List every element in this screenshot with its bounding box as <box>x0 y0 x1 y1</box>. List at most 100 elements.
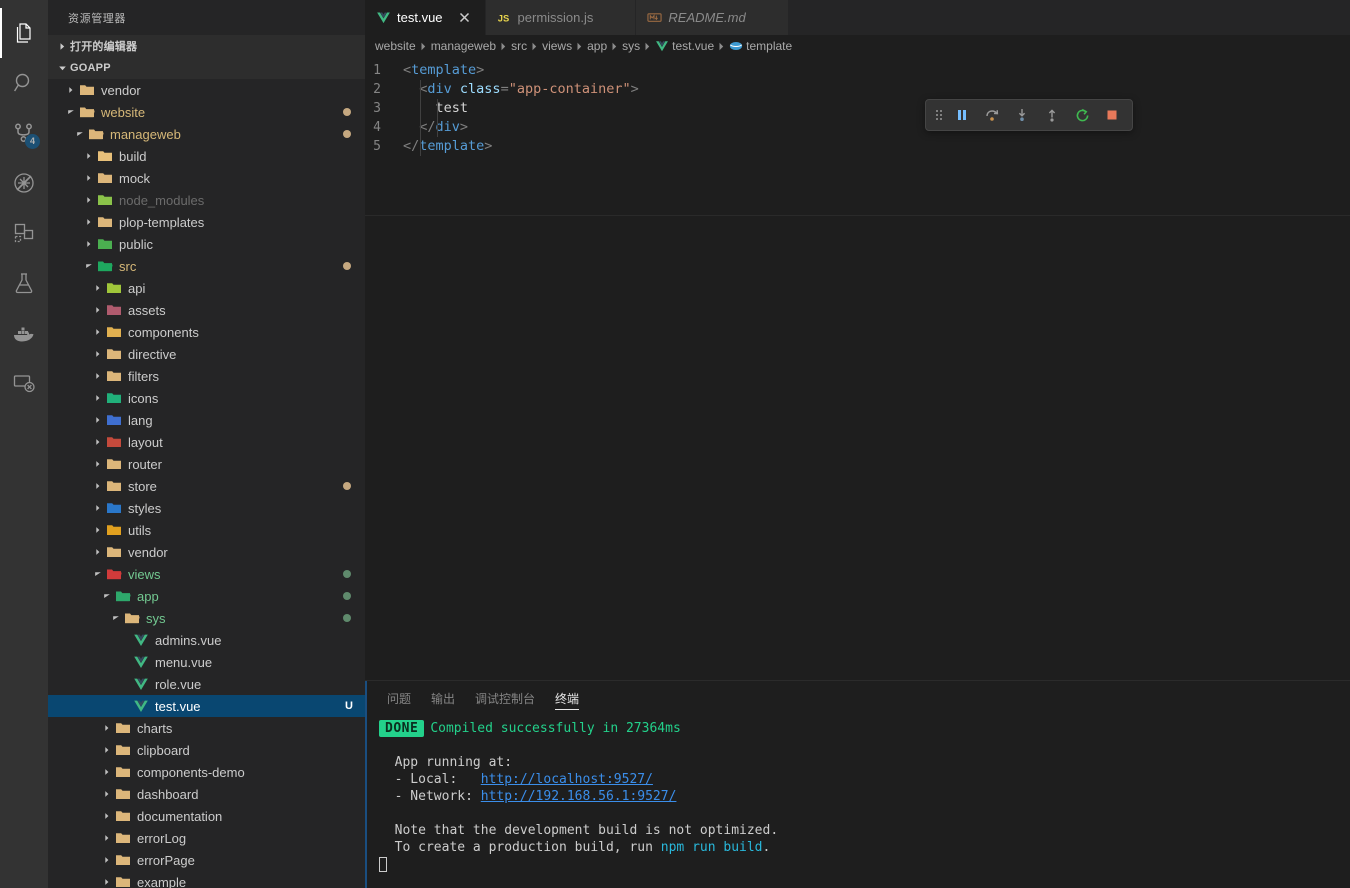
chevron-right-icon[interactable] <box>92 414 104 426</box>
chevron-right-icon[interactable] <box>65 84 77 96</box>
chevron-right-icon[interactable] <box>83 194 95 206</box>
tree-item-public[interactable]: public <box>48 233 365 255</box>
chevron-right-icon[interactable] <box>92 370 104 382</box>
chevron-down-icon[interactable] <box>74 128 86 140</box>
tree-item-directive[interactable]: directive <box>48 343 365 365</box>
tree-item-errorlog[interactable]: errorLog <box>48 827 365 849</box>
tree-item-test-vue[interactable]: test.vue U <box>48 695 365 717</box>
tree-item-styles[interactable]: styles <box>48 497 365 519</box>
breadcrumb-item-manageweb[interactable]: manageweb <box>431 39 496 53</box>
chevron-right-icon[interactable] <box>92 524 104 536</box>
chevron-down-icon[interactable] <box>92 568 104 580</box>
step-over-icon[interactable] <box>978 102 1006 128</box>
stop-icon[interactable] <box>1098 102 1126 128</box>
breadcrumb-item-sys[interactable]: sys <box>622 39 640 53</box>
chevron-right-icon[interactable] <box>101 876 113 888</box>
tree-item-charts[interactable]: charts <box>48 717 365 739</box>
editor-tab-test-vue[interactable]: test.vue <box>365 0 486 35</box>
activity-source-control[interactable]: 4 <box>0 108 48 158</box>
tree-item-dashboard[interactable]: dashboard <box>48 783 365 805</box>
tree-item-layout[interactable]: layout <box>48 431 365 453</box>
file-tree[interactable]: vendor website manageweb build mock node_modu… <box>48 79 365 888</box>
tree-item-website[interactable]: website <box>48 101 365 123</box>
chevron-right-icon[interactable] <box>92 304 104 316</box>
activity-search[interactable] <box>0 58 48 108</box>
tree-item-components[interactable]: components <box>48 321 365 343</box>
chevron-right-icon[interactable] <box>92 326 104 338</box>
tree-item-menu-vue[interactable]: menu.vue <box>48 651 365 673</box>
chevron-down-icon[interactable] <box>101 590 113 602</box>
chevron-right-icon[interactable] <box>92 348 104 360</box>
code-editor[interactable]: 1 <template> 2 <div class="app-container">… <box>365 57 1350 680</box>
activity-explorer[interactable] <box>0 8 48 58</box>
chevron-right-icon[interactable] <box>92 436 104 448</box>
activity-run-debug[interactable] <box>0 158 48 208</box>
chevron-right-icon[interactable] <box>92 546 104 558</box>
panel-tab-bar[interactable]: 问题 输出 调试控制台 终端 <box>365 681 1350 716</box>
editor-tab-readme-md[interactable]: README.md <box>636 0 789 35</box>
step-into-icon[interactable] <box>1008 102 1036 128</box>
chevron-right-icon[interactable] <box>101 744 113 756</box>
tree-item-lang[interactable]: lang <box>48 409 365 431</box>
activity-docker[interactable] <box>0 308 48 358</box>
tree-item-components-demo[interactable]: components-demo <box>48 761 365 783</box>
section-open-editors[interactable]: 打开的编辑器 <box>48 35 365 57</box>
chevron-right-icon[interactable] <box>83 150 95 162</box>
chevron-down-icon[interactable] <box>65 106 77 118</box>
activity-testing[interactable] <box>0 258 48 308</box>
breadcrumb-item-test-vue[interactable]: test.vue <box>655 39 714 53</box>
terminal-link[interactable]: http://localhost:9527/ <box>481 771 653 788</box>
tree-item-router[interactable]: router <box>48 453 365 475</box>
chevron-right-icon[interactable] <box>101 788 113 800</box>
tree-item-filters[interactable]: filters <box>48 365 365 387</box>
editor-tab-permission-js[interactable]: JS permission.js <box>485 0 637 35</box>
close-icon[interactable] <box>457 10 473 26</box>
tree-item-assets[interactable]: assets <box>48 299 365 321</box>
tree-item-node-modules[interactable]: node_modules <box>48 189 365 211</box>
tree-item-mock[interactable]: mock <box>48 167 365 189</box>
panel-tab-0[interactable]: 问题 <box>379 681 419 716</box>
section-goapp[interactable]: GOAPP <box>48 57 365 79</box>
chevron-right-icon[interactable] <box>83 216 95 228</box>
chevron-down-icon[interactable] <box>83 260 95 272</box>
breadcrumb-item-website[interactable]: website <box>375 39 416 53</box>
breadcrumb-item-app[interactable]: app <box>587 39 607 53</box>
tree-item-utils[interactable]: utils <box>48 519 365 541</box>
chevron-right-icon[interactable] <box>101 832 113 844</box>
step-out-icon[interactable] <box>1038 102 1066 128</box>
tree-item-build[interactable]: build <box>48 145 365 167</box>
panel-tab-1[interactable]: 输出 <box>423 681 463 716</box>
chevron-right-icon[interactable] <box>83 172 95 184</box>
chevron-down-icon[interactable] <box>110 612 122 624</box>
tree-item-api[interactable]: api <box>48 277 365 299</box>
activity-remote-explorer[interactable] <box>0 358 48 408</box>
chevron-right-icon[interactable] <box>92 458 104 470</box>
pause-icon[interactable] <box>948 102 976 128</box>
tree-item-vendor[interactable]: vendor <box>48 541 365 563</box>
chevron-right-icon[interactable] <box>83 238 95 250</box>
terminal-link[interactable]: http://192.168.56.1:9527/ <box>481 788 677 805</box>
breadcrumb-item-views[interactable]: views <box>542 39 572 53</box>
tree-item-documentation[interactable]: documentation <box>48 805 365 827</box>
chevron-right-icon[interactable] <box>101 766 113 778</box>
tree-item-sys[interactable]: sys <box>48 607 365 629</box>
drag-handle-icon[interactable] <box>932 102 946 128</box>
code-content[interactable]: 1 <template> 2 <div class="app-container">… <box>365 57 1350 156</box>
restart-icon[interactable] <box>1068 102 1096 128</box>
terminal-output[interactable]: DONE Compiled successfully in 27364ms App… <box>365 716 1350 888</box>
debug-toolbar[interactable] <box>925 99 1133 131</box>
tree-item-icons[interactable]: icons <box>48 387 365 409</box>
chevron-right-icon[interactable] <box>92 502 104 514</box>
activity-extensions[interactable] <box>0 208 48 258</box>
panel-tab-3[interactable]: 终端 <box>547 681 587 716</box>
tree-item-clipboard[interactable]: clipboard <box>48 739 365 761</box>
chevron-right-icon[interactable] <box>101 854 113 866</box>
tree-item-example[interactable]: example <box>48 871 365 888</box>
tree-item-src[interactable]: src <box>48 255 365 277</box>
tree-item-plop-templates[interactable]: plop-templates <box>48 211 365 233</box>
breadcrumb-item-src[interactable]: src <box>511 39 527 53</box>
tree-item-role-vue[interactable]: role.vue <box>48 673 365 695</box>
tree-item-vendor[interactable]: vendor <box>48 79 365 101</box>
tree-item-store[interactable]: store <box>48 475 365 497</box>
tree-item-manageweb[interactable]: manageweb <box>48 123 365 145</box>
